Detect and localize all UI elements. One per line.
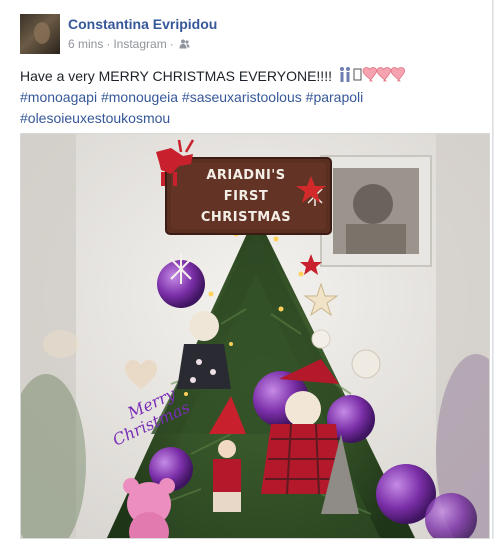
author-name-link[interactable]: Constantina Evripidou bbox=[68, 16, 217, 32]
post-timestamp[interactable]: 6 mins bbox=[68, 37, 103, 51]
author-avatar[interactable] bbox=[20, 14, 60, 54]
hashtag-link[interactable]: #monougeia bbox=[101, 89, 178, 105]
friends-icon[interactable] bbox=[179, 39, 190, 49]
hashtag-link[interactable]: #olesoieuxestoukosmou bbox=[20, 110, 170, 126]
white-bauble bbox=[311, 329, 331, 349]
meta-separator-2: · bbox=[169, 37, 174, 51]
hashtag-link[interactable]: #monoagapi bbox=[20, 89, 97, 105]
unknown-glyph bbox=[353, 68, 362, 81]
facebook-post-card: Constantina Evripidou 6 mins · Instagram… bbox=[0, 0, 493, 539]
sign-text-line-1: ARIADNI'S bbox=[206, 168, 285, 183]
heart-icon bbox=[376, 67, 391, 82]
meta-separator: · bbox=[106, 37, 111, 51]
hashtag-link[interactable]: #saseuxaristoolous bbox=[182, 89, 302, 105]
white-bauble bbox=[351, 349, 381, 379]
post-text-line-2: #monoagapi #monougeia #saseuxaristoolous… bbox=[20, 87, 480, 108]
post-source[interactable]: Instagram bbox=[113, 37, 166, 51]
couple-icon bbox=[339, 67, 350, 82]
post-photo[interactable]: ARIADNI'S FIRST CHRISTMAS Merry Christma… bbox=[20, 133, 490, 539]
emoji-group bbox=[339, 67, 405, 82]
christmas-tree-photo: ARIADNI'S FIRST CHRISTMAS Merry Christma… bbox=[21, 134, 489, 538]
sign-text-line-2: FIRST bbox=[224, 189, 268, 204]
post-message: Have a very MERRY CHRISTMAS EVERYONE!!!! bbox=[20, 68, 336, 84]
heart-icon bbox=[362, 67, 377, 82]
post-text-line-1: Have a very MERRY CHRISTMAS EVERYONE!!!! bbox=[20, 66, 480, 87]
post-meta: 6 mins · Instagram · bbox=[68, 37, 190, 51]
pink-bear-ornament bbox=[123, 478, 175, 538]
post-text: Have a very MERRY CHRISTMAS EVERYONE!!!!… bbox=[20, 66, 480, 129]
hashtag-link[interactable]: #parapoli bbox=[306, 89, 364, 105]
heart-icon bbox=[390, 67, 405, 82]
post-text-line-3: #olesoieuxestoukosmou bbox=[20, 108, 480, 129]
sign-text-line-3: CHRISTMAS bbox=[201, 210, 291, 225]
